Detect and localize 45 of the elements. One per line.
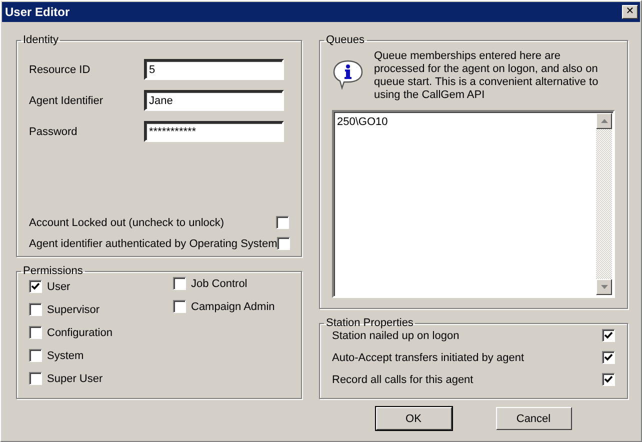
scroll-down-icon[interactable] bbox=[596, 279, 612, 295]
group-title: Queues bbox=[325, 34, 366, 46]
checkbox[interactable] bbox=[173, 300, 186, 313]
group-title: Permissions bbox=[22, 265, 84, 277]
option-label: Super User bbox=[47, 372, 103, 384]
option-label: Auto-Accept transfers initiated by agent bbox=[332, 352, 524, 364]
field-label: Resource ID bbox=[29, 64, 92, 76]
option-label: Station nailed up on logon bbox=[332, 330, 460, 342]
option-label: Supervisor bbox=[47, 304, 100, 316]
queue-entry: 250\GO10 bbox=[336, 115, 389, 130]
window-title: User Editor bbox=[5, 5, 70, 19]
checkbox[interactable] bbox=[29, 303, 42, 316]
checkbox[interactable] bbox=[602, 373, 615, 386]
checkbox[interactable] bbox=[29, 280, 42, 293]
close-button[interactable]: ✕ bbox=[622, 5, 638, 19]
option-label: Account Locked out (uncheck to unlock) bbox=[29, 216, 224, 228]
checkbox[interactable] bbox=[173, 277, 186, 290]
input-field[interactable]: Jane bbox=[144, 90, 284, 111]
ok-button[interactable]: OK bbox=[376, 407, 452, 430]
option-label: Configuration bbox=[47, 326, 112, 338]
vertical-scrollbar[interactable] bbox=[596, 113, 612, 295]
checkbox[interactable] bbox=[29, 349, 42, 362]
checkbox[interactable] bbox=[29, 372, 42, 385]
input-field[interactable]: *********** bbox=[144, 121, 284, 142]
option-label: Job Control bbox=[191, 278, 248, 290]
option-label: Campaign Admin bbox=[191, 300, 275, 312]
input-field[interactable]: 5 bbox=[144, 59, 284, 80]
info-text: Queue memberships entered here are processed for the agent on logon, and also on queue start. This is a convenient alternative to using the CallGem API bbox=[374, 50, 599, 102]
cancel-button[interactable]: Cancel bbox=[496, 407, 572, 430]
option-label: Record all calls for this agent bbox=[332, 374, 474, 386]
option-label: Agent identifier authenticated by Operating System bbox=[29, 238, 278, 250]
info-icon bbox=[332, 58, 364, 90]
checkbox[interactable] bbox=[29, 326, 42, 339]
queues-text-area[interactable]: 250\GO10 bbox=[332, 110, 615, 298]
group-title: Station Properties bbox=[325, 317, 414, 329]
option-label: System bbox=[47, 350, 84, 362]
field-label: Password bbox=[29, 126, 78, 138]
checkbox[interactable] bbox=[277, 237, 290, 250]
checkbox[interactable] bbox=[276, 216, 289, 229]
option-label: User bbox=[47, 280, 70, 292]
checkbox[interactable] bbox=[602, 351, 615, 364]
group-title: Identity bbox=[22, 34, 60, 46]
field-label: Agent Identifier bbox=[29, 94, 104, 106]
scroll-up-icon[interactable] bbox=[596, 113, 612, 129]
checkbox[interactable] bbox=[602, 329, 615, 342]
